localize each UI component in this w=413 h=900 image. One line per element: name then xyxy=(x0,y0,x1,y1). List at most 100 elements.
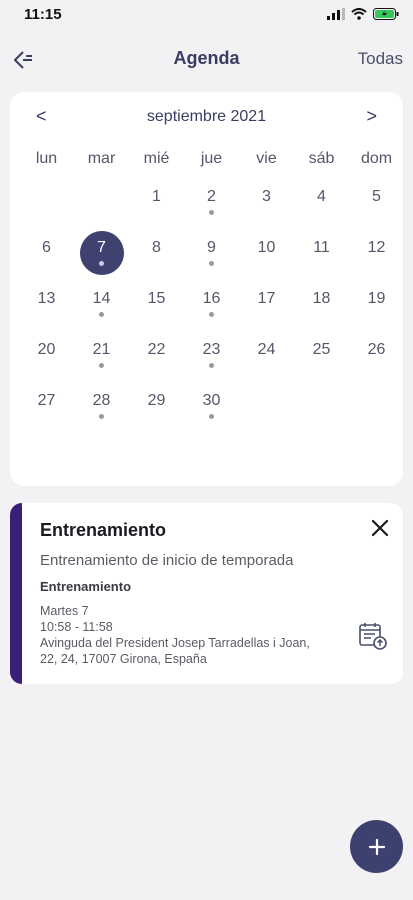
day-label: 24 xyxy=(257,341,276,358)
calendar-day-cell[interactable]: 1 xyxy=(129,180,184,231)
day-number: 22 xyxy=(135,333,179,377)
event-details: Martes 7 10:58 - 11:58 Avinguda del Pres… xyxy=(40,603,360,667)
day-label: 7 xyxy=(97,239,106,256)
day-number: 1 xyxy=(135,180,179,224)
day-label: 14 xyxy=(92,290,111,307)
calendar-day-cell[interactable]: 18 xyxy=(294,282,349,333)
event-indicator-dot xyxy=(209,210,214,215)
day-number: 14 xyxy=(80,282,124,326)
calendar-day-cell xyxy=(349,384,404,435)
calendar-day-cell[interactable]: 2 xyxy=(184,180,239,231)
day-label: 27 xyxy=(37,392,56,409)
page-title: Agenda xyxy=(173,48,240,68)
day-label: 17 xyxy=(257,290,276,307)
calendar-day-cell[interactable]: 22 xyxy=(129,333,184,384)
calendar-day-cell[interactable]: 27 xyxy=(19,384,74,435)
day-number: 3 xyxy=(245,180,289,224)
day-label: 6 xyxy=(42,239,51,256)
day-label: 11 xyxy=(313,239,330,256)
day-number: 24 xyxy=(245,333,289,377)
calendar-day-cell[interactable]: 7 xyxy=(74,231,129,282)
day-label: 30 xyxy=(202,392,221,409)
day-number: 10 xyxy=(245,231,289,275)
calendar-day-cell[interactable]: 11 xyxy=(294,231,349,282)
calendar-day-cell xyxy=(74,180,129,231)
day-number: 20 xyxy=(25,333,69,377)
calendar-day-cell[interactable]: 13 xyxy=(19,282,74,333)
day-label: 13 xyxy=(37,290,56,307)
nav-bar: Agenda Todas xyxy=(0,40,413,80)
calendar-day-cell[interactable]: 10 xyxy=(239,231,294,282)
add-event-button[interactable] xyxy=(350,820,403,873)
event-indicator-dot xyxy=(209,363,214,368)
day-number: 26 xyxy=(355,333,399,377)
event-title: Entrenamiento xyxy=(40,520,167,540)
calendar-day-cell[interactable]: 4 xyxy=(294,180,349,231)
day-number: 4 xyxy=(300,180,344,224)
calendar-day-cell[interactable]: 9 xyxy=(184,231,239,282)
calendar-day-cell[interactable]: 6 xyxy=(19,231,74,282)
calendar-day-cell[interactable]: 29 xyxy=(129,384,184,435)
calendar-day-cell[interactable]: 28 xyxy=(74,384,129,435)
day-number: 23 xyxy=(190,333,234,377)
weekday-label: jue xyxy=(200,150,223,167)
battery-charging-icon xyxy=(373,8,399,20)
event-subtitle: Entrenamiento de inicio de temporada xyxy=(40,552,294,569)
calendar-day-cell[interactable]: 14 xyxy=(74,282,129,333)
filter-all-button[interactable]: Todas xyxy=(358,49,403,69)
day-number: 25 xyxy=(300,333,344,377)
weekday-label: vie xyxy=(256,150,277,167)
day-number: 16 xyxy=(190,282,234,326)
status-icons xyxy=(327,8,399,20)
calendar-day-cell[interactable]: 17 xyxy=(239,282,294,333)
event-card[interactable]: Entrenamiento Entrenamiento de inicio de… xyxy=(10,503,403,684)
calendar-day-cell[interactable]: 8 xyxy=(129,231,184,282)
plus-icon xyxy=(368,838,385,855)
day-label: 28 xyxy=(92,392,111,409)
day-number: 8 xyxy=(135,231,179,275)
calendar-export-icon xyxy=(359,623,387,650)
calendar-day-cell[interactable]: 19 xyxy=(349,282,404,333)
event-indicator-dot xyxy=(209,312,214,317)
calendar-day-cell[interactable]: 26 xyxy=(349,333,404,384)
weekday-label: dom xyxy=(360,150,393,167)
calendar-day-cell[interactable]: 25 xyxy=(294,333,349,384)
calendar-day-cell[interactable]: 3 xyxy=(239,180,294,231)
day-label: 10 xyxy=(257,239,276,256)
day-label: 9 xyxy=(207,239,216,256)
day-number: 12 xyxy=(355,231,399,275)
day-number: 29 xyxy=(135,384,179,428)
calendar-card: < septiembre 2021 > lun mar mié jue vie … xyxy=(10,92,403,486)
day-label: 25 xyxy=(312,341,331,358)
day-number: 19 xyxy=(355,282,399,326)
next-month-button[interactable]: > xyxy=(366,106,377,127)
day-number: 28 xyxy=(80,384,124,428)
close-button[interactable] xyxy=(369,517,391,539)
event-date: Martes 7 xyxy=(40,604,89,618)
calendar-day-cell[interactable]: 30 xyxy=(184,384,239,435)
day-label: 2 xyxy=(207,188,216,205)
day-label: 4 xyxy=(317,188,326,205)
calendar-day-cell[interactable]: 21 xyxy=(74,333,129,384)
day-label: 29 xyxy=(147,392,166,409)
cellular-signal-icon xyxy=(327,8,345,20)
calendar-day-cell[interactable]: 16 xyxy=(184,282,239,333)
day-number: 5 xyxy=(355,180,399,224)
day-number: 13 xyxy=(25,282,69,326)
event-indicator-dot xyxy=(99,261,104,266)
day-label: 26 xyxy=(367,341,386,358)
calendar-day-cell[interactable]: 12 xyxy=(349,231,404,282)
event-indicator-dot xyxy=(209,414,214,419)
status-bar: 11:15 xyxy=(0,0,413,28)
calendar-header: < septiembre 2021 > xyxy=(10,106,403,130)
add-to-calendar-button[interactable] xyxy=(357,620,389,652)
calendar-day-cell[interactable]: 20 xyxy=(19,333,74,384)
day-label: 18 xyxy=(312,290,331,307)
day-label: 1 xyxy=(152,188,161,205)
calendar-day-cell[interactable]: 15 xyxy=(129,282,184,333)
calendar-day-cell[interactable]: 5 xyxy=(349,180,404,231)
calendar-day-cell[interactable]: 23 xyxy=(184,333,239,384)
day-number: 21 xyxy=(80,333,124,377)
day-number: 18 xyxy=(300,282,344,326)
calendar-day-cell[interactable]: 24 xyxy=(239,333,294,384)
